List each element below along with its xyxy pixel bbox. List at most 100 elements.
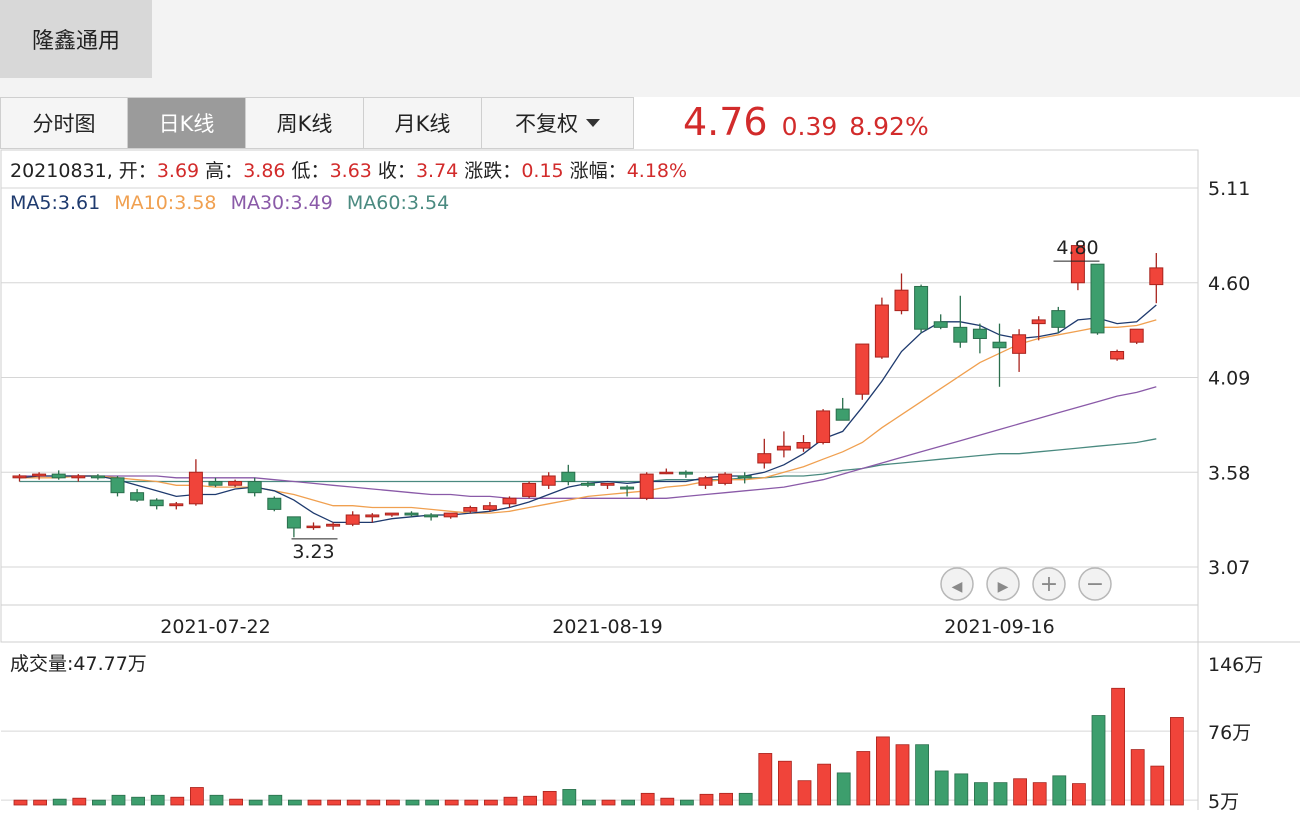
volume-bar bbox=[33, 799, 47, 806]
volume-bar bbox=[954, 773, 969, 806]
candle-body bbox=[1129, 328, 1144, 343]
volume-bar bbox=[464, 799, 479, 806]
volume-bar bbox=[209, 794, 224, 806]
zoom-out-icon: − bbox=[1086, 572, 1104, 597]
volume-bar bbox=[680, 799, 694, 806]
price-tick-label: 3.58 bbox=[1208, 462, 1250, 484]
candle-body bbox=[541, 475, 556, 486]
volume-bar bbox=[366, 799, 381, 806]
candle-body bbox=[1090, 263, 1105, 334]
volume-bar bbox=[1052, 775, 1067, 806]
candle-body bbox=[404, 512, 419, 516]
volume-bar bbox=[582, 799, 596, 806]
volume-bar bbox=[229, 798, 244, 806]
volume-bar bbox=[817, 763, 831, 806]
candle-body bbox=[443, 512, 458, 518]
scroll-right-icon: ▶ bbox=[998, 579, 1009, 595]
candle-body bbox=[933, 321, 948, 328]
volume-bar bbox=[1013, 778, 1027, 806]
volume-bar bbox=[915, 744, 929, 806]
volume-bar bbox=[503, 796, 518, 806]
candle-body bbox=[130, 492, 145, 501]
candle-body bbox=[424, 514, 439, 518]
candle-body bbox=[698, 477, 713, 486]
volume-bar bbox=[778, 760, 792, 806]
candle-body bbox=[972, 328, 987, 339]
candle-body bbox=[659, 471, 674, 475]
candle-body bbox=[796, 442, 811, 449]
volume-bar bbox=[52, 798, 67, 806]
candle-body bbox=[188, 471, 203, 505]
volume-bar bbox=[640, 792, 655, 806]
volume-bar bbox=[287, 799, 302, 806]
candle-body bbox=[737, 475, 752, 479]
volume-bar bbox=[660, 797, 675, 806]
volume-bar bbox=[797, 780, 812, 806]
candle-body bbox=[1012, 334, 1027, 354]
volume-bar bbox=[72, 797, 87, 806]
volume-bar bbox=[425, 799, 440, 806]
volume-bar bbox=[542, 790, 557, 806]
candle-body bbox=[32, 473, 47, 477]
volume-bar bbox=[601, 799, 616, 806]
candle-body bbox=[228, 481, 243, 486]
volume-bar bbox=[1111, 687, 1125, 806]
candle-body bbox=[874, 304, 889, 358]
volume-bar bbox=[562, 789, 577, 806]
candle-body bbox=[326, 523, 341, 527]
candle-body bbox=[149, 499, 164, 507]
volume-bar bbox=[738, 792, 753, 806]
candle-body bbox=[678, 471, 693, 475]
volume-bar bbox=[523, 795, 537, 806]
candle-body bbox=[306, 525, 321, 529]
date-tick-label: 2021-07-22 bbox=[160, 616, 270, 638]
candle-body bbox=[482, 505, 497, 510]
volume-bar bbox=[405, 799, 420, 806]
candle-body bbox=[561, 471, 576, 483]
volume-bar bbox=[1091, 715, 1106, 806]
volume-bar bbox=[92, 799, 106, 806]
candle-body bbox=[855, 343, 870, 395]
scroll-left-icon: ◀ bbox=[952, 579, 963, 595]
price-tick-label: 3.07 bbox=[1208, 557, 1250, 579]
volume-bar bbox=[131, 796, 146, 806]
volume-bar bbox=[13, 799, 28, 806]
candle-body bbox=[71, 475, 86, 479]
volume-bar bbox=[483, 799, 498, 806]
candle-body bbox=[776, 445, 791, 451]
volume-bar bbox=[699, 793, 714, 806]
candle-body bbox=[345, 514, 360, 525]
candle-body bbox=[835, 408, 850, 421]
candle-body bbox=[110, 477, 125, 494]
candle-body bbox=[600, 482, 615, 486]
candle-body bbox=[953, 326, 968, 343]
volume-bar bbox=[189, 787, 204, 806]
volume-bar bbox=[895, 744, 910, 806]
volume-bar bbox=[1032, 782, 1047, 806]
volume-bar bbox=[836, 772, 851, 806]
candle-body bbox=[718, 473, 733, 484]
candle-body bbox=[51, 473, 66, 479]
volume-bar bbox=[974, 782, 988, 806]
volume-bar bbox=[621, 799, 635, 806]
volume-bar bbox=[327, 799, 342, 806]
volume-bar bbox=[1130, 749, 1145, 806]
volume-tick-label: 76万 bbox=[1208, 722, 1251, 744]
volume-bar bbox=[385, 799, 400, 806]
volume-bar bbox=[150, 794, 165, 806]
candle-body bbox=[247, 481, 262, 494]
kline-chart: 5.11 4.60 4.09 3.58 3.07 2021-07-22 2021-08-19… bbox=[0, 149, 1300, 813]
candle-body bbox=[580, 482, 595, 486]
candle-body bbox=[1110, 350, 1125, 360]
price-tick-label: 4.09 bbox=[1208, 368, 1250, 390]
candle-body bbox=[1031, 319, 1046, 325]
volume-bar bbox=[1170, 717, 1184, 806]
volume-tick-label: 146万 bbox=[1208, 654, 1263, 676]
candle-body bbox=[894, 289, 909, 312]
candle-body bbox=[757, 453, 772, 464]
candle-body bbox=[90, 475, 105, 479]
volume-tick-label: 5万 bbox=[1208, 791, 1239, 813]
price-tick-label: 4.60 bbox=[1208, 273, 1250, 295]
volume-bar bbox=[934, 770, 949, 806]
volume-bar bbox=[1072, 783, 1086, 806]
